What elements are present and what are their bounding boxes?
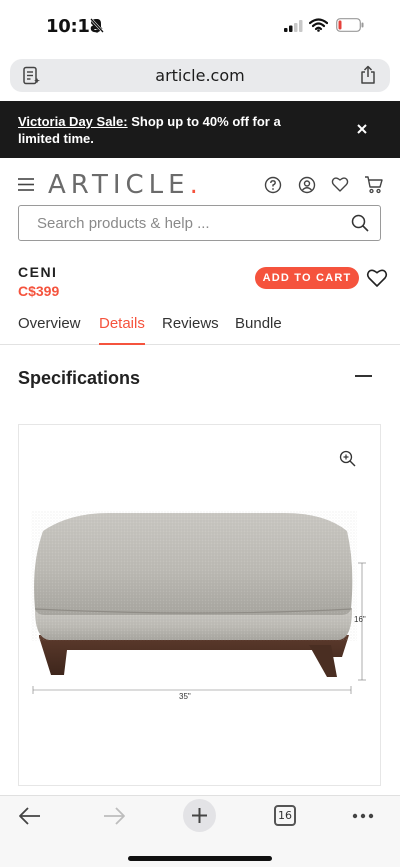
status-bar: 10:18 xyxy=(0,0,400,50)
logo-text: ARTICLE xyxy=(48,170,190,200)
share-icon[interactable] xyxy=(359,65,377,85)
site-header: ARTICLE. xyxy=(0,160,400,210)
plus-icon xyxy=(192,808,207,823)
collapse-minus-icon[interactable] xyxy=(355,375,372,377)
search-icon[interactable] xyxy=(351,214,369,232)
tab-overview[interactable]: Overview xyxy=(18,315,81,345)
specification-image-card: 16" 35" xyxy=(18,424,381,786)
logo-dot: . xyxy=(189,170,203,200)
tab-bundle[interactable]: Bundle xyxy=(235,315,282,345)
account-icon[interactable] xyxy=(298,176,316,194)
cellular-signal-icon xyxy=(284,20,303,32)
add-to-cart-button[interactable]: ADD TO CART xyxy=(255,267,359,289)
new-tab-button[interactable] xyxy=(183,799,216,832)
tabs-count-button[interactable]: 16 xyxy=(274,805,296,826)
tab-details[interactable]: Details xyxy=(99,315,145,345)
help-icon[interactable] xyxy=(264,176,282,194)
product-price: C$399 xyxy=(18,283,60,299)
specifications-heading: Specifications xyxy=(18,368,141,388)
back-arrow-icon[interactable] xyxy=(18,806,42,826)
wishlist-heart-icon[interactable] xyxy=(366,268,388,288)
bell-muted-icon xyxy=(90,18,104,33)
ottoman-product-image xyxy=(31,511,366,694)
logo[interactable]: ARTICLE. xyxy=(48,170,203,200)
wifi-icon xyxy=(309,18,328,32)
browser-toolbar: 16 xyxy=(0,795,400,867)
more-options-icon[interactable] xyxy=(352,813,374,819)
width-dimension-label: 35" xyxy=(179,692,191,701)
product-tabs: Overview Details Reviews Bundle xyxy=(0,305,400,345)
heart-icon[interactable] xyxy=(331,176,349,193)
home-indicator xyxy=(128,856,272,861)
search-box xyxy=(18,205,381,241)
promo-link[interactable]: Victoria Day Sale: xyxy=(18,114,128,129)
promo-banner: Victoria Day Sale: Shop up to 40% off fo… xyxy=(0,101,400,158)
search-input[interactable] xyxy=(37,206,337,240)
promo-text: Victoria Day Sale: Shop up to 40% off fo… xyxy=(18,113,318,147)
product-name: CENI xyxy=(18,264,58,280)
tab-reviews[interactable]: Reviews xyxy=(162,315,219,345)
zoom-in-icon[interactable] xyxy=(339,450,356,467)
url-text[interactable]: article.com xyxy=(10,66,390,85)
address-bar[interactable]: article.com xyxy=(10,59,390,92)
cart-icon[interactable] xyxy=(364,175,384,194)
forward-arrow-icon[interactable] xyxy=(102,806,126,826)
close-icon[interactable] xyxy=(354,121,370,137)
battery-low-icon xyxy=(336,18,364,32)
height-dimension-label: 16" xyxy=(354,615,366,624)
menu-icon[interactable] xyxy=(18,178,34,191)
